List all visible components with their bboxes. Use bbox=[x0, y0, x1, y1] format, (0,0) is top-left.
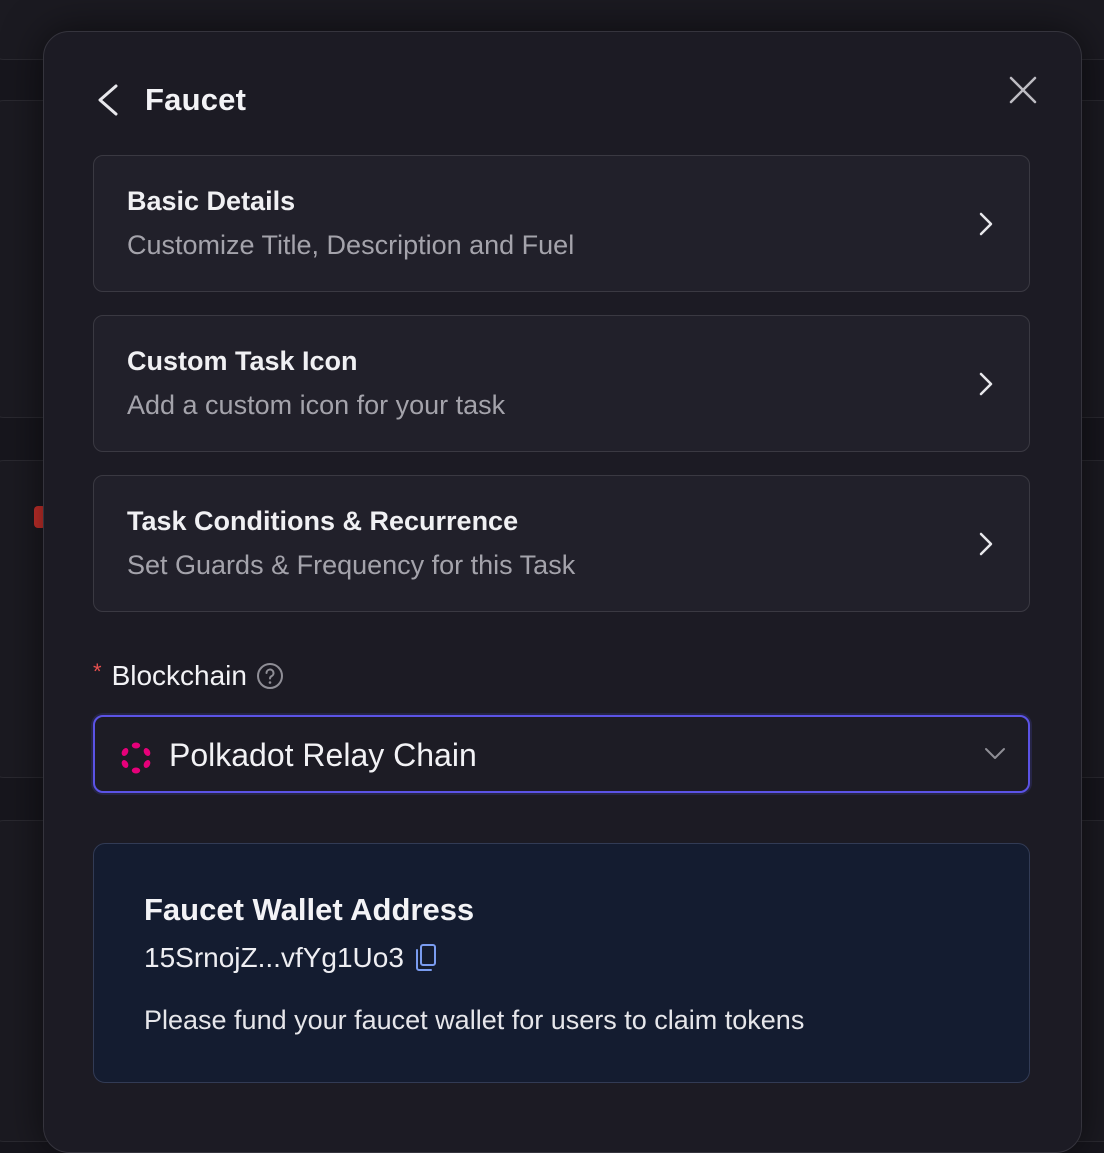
chevron-right-icon bbox=[979, 532, 993, 556]
section-title: Basic Details bbox=[127, 186, 296, 216]
section-title: Task Conditions & Recurrence bbox=[127, 506, 519, 536]
faucet-wallet-panel: Faucet Wallet Address 15SrnojZ...vfYg1Uo… bbox=[93, 843, 1030, 1083]
section-subtitle: Add a custom icon for your task bbox=[127, 390, 506, 420]
modal-header: Faucet bbox=[44, 32, 1081, 162]
section-subtitle: Set Guards & Frequency for this Task bbox=[127, 550, 576, 580]
required-marker: * bbox=[93, 659, 102, 684]
blockchain-label: Blockchain bbox=[111, 660, 247, 691]
help-icon[interactable] bbox=[256, 662, 284, 690]
section-subtitle: Customize Title, Description and Fuel bbox=[127, 230, 575, 260]
section-task-conditions[interactable]: Task Conditions & Recurrence Set Guards … bbox=[93, 475, 1030, 612]
faucet-modal: Faucet Basic Details Customize Title, De… bbox=[43, 31, 1082, 1153]
section-custom-task-icon[interactable]: Custom Task Icon Add a custom icon for y… bbox=[93, 315, 1030, 452]
wallet-address: 15SrnojZ...vfYg1Uo3 bbox=[144, 942, 404, 973]
chevron-right-icon bbox=[979, 372, 993, 396]
blockchain-field-label: * Blockchain bbox=[93, 659, 284, 692]
copy-icon[interactable] bbox=[414, 943, 438, 973]
chevron-left-icon[interactable] bbox=[94, 82, 124, 118]
section-basic-details[interactable]: Basic Details Customize Title, Descripti… bbox=[93, 155, 1030, 292]
blockchain-selected-value: Polkadot Relay Chain bbox=[169, 737, 477, 773]
blockchain-select[interactable]: Polkadot Relay Chain bbox=[93, 715, 1030, 793]
wallet-address-row: 15SrnojZ...vfYg1Uo3 bbox=[144, 942, 438, 974]
section-title: Custom Task Icon bbox=[127, 346, 358, 376]
chevron-right-icon bbox=[979, 212, 993, 236]
close-icon[interactable] bbox=[1007, 74, 1039, 106]
wallet-note: Please fund your faucet wallet for users… bbox=[144, 1005, 805, 1035]
chevron-down-icon bbox=[985, 748, 1005, 759]
wallet-title: Faucet Wallet Address bbox=[144, 892, 475, 927]
polkadot-logo-icon bbox=[121, 742, 151, 774]
modal-title: Faucet bbox=[145, 82, 247, 117]
